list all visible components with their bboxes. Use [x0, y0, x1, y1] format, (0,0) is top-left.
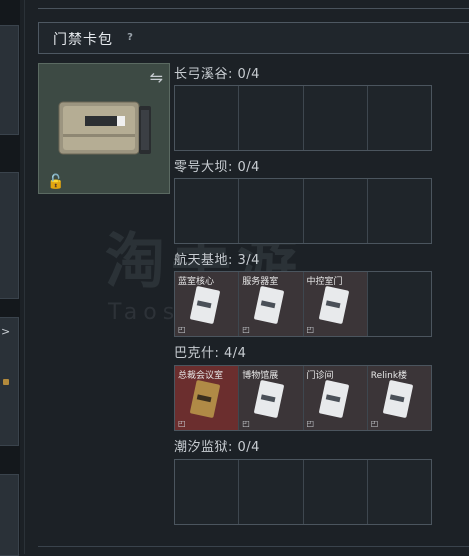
keycard-case-panel[interactable]: ⇋ 🔓: [38, 63, 170, 194]
section-label-chaoxi: 潮汐监狱: 0/4: [174, 440, 260, 455]
sidebar-panel[interactable]: [0, 172, 19, 299]
sidebar-panel[interactable]: [0, 474, 19, 556]
keycard-case-image: [57, 96, 153, 164]
keycard-slot[interactable]: 蓝室核心 ◰: [175, 272, 240, 336]
section-label-hangtian: 航天基地: 3/4: [174, 253, 260, 268]
sidebar-panel[interactable]: [0, 25, 19, 135]
card-type-icon: ◰: [370, 419, 379, 428]
help-icon[interactable]: ?: [123, 31, 137, 45]
keycard-image: [318, 286, 349, 324]
page-title: 门禁卡包: [53, 32, 113, 48]
keycard-slot[interactable]: [367, 86, 431, 150]
keycard-slot[interactable]: 服务器室 ◰: [239, 272, 304, 336]
keycard-slot[interactable]: 博物馆展 ◰: [239, 366, 304, 430]
slot-row-chaoxi: [174, 459, 432, 525]
lock-icon[interactable]: 🔓: [47, 174, 64, 190]
keycard-slot[interactable]: 门诊间 ◰: [303, 366, 368, 430]
keycard-image: [190, 286, 220, 324]
card-type-icon: ◰: [178, 325, 186, 334]
keycard-image: [318, 380, 349, 418]
keycard-slot[interactable]: [239, 460, 304, 524]
card-type-icon: ◰: [306, 325, 315, 334]
keycard-image: [190, 380, 220, 418]
keycard-image: [254, 286, 285, 324]
keycard-slot[interactable]: [303, 179, 368, 243]
slot-row-hangtian: 蓝室核心 ◰ 服务器室 ◰ 中控室门 ◰: [174, 271, 432, 337]
left-sidebar: >: [0, 0, 20, 556]
keycard-slot[interactable]: [303, 86, 368, 150]
keycard-slot[interactable]: [367, 272, 431, 336]
keycard-slot[interactable]: [303, 460, 368, 524]
card-type-icon: ◰: [242, 419, 250, 428]
item-marker: [3, 379, 9, 385]
chevron-right-icon[interactable]: >: [1, 325, 10, 338]
panel-top-edge: [38, 0, 469, 9]
card-type-icon: ◰: [242, 325, 250, 334]
keycard-slot[interactable]: [175, 460, 240, 524]
keycard-slot[interactable]: Relink楼 ◰: [367, 366, 431, 430]
keycard-slot[interactable]: 总裁会议室 ◰: [175, 366, 240, 430]
keycard-image: [254, 380, 285, 418]
keycard-slot[interactable]: [175, 179, 240, 243]
swap-icon[interactable]: ⇋: [150, 68, 163, 87]
slot-row-bakeshi: 总裁会议室 ◰ 博物馆展 ◰ 门诊间 ◰ Relink楼 ◰: [174, 365, 432, 431]
slot-row-linghao: [174, 178, 432, 244]
keycard-slot[interactable]: [367, 460, 431, 524]
slot-row-changgong: [174, 85, 432, 151]
divider: [24, 0, 25, 554]
keycard-image: [382, 380, 413, 418]
section-label-bakeshi: 巴克什: 4/4: [174, 346, 247, 361]
keycard-slot[interactable]: [239, 179, 304, 243]
card-type-icon: ◰: [178, 419, 186, 428]
card-type-icon: ◰: [306, 419, 315, 428]
keycard-slot[interactable]: [239, 86, 304, 150]
keycard-slot[interactable]: [175, 86, 240, 150]
keycard-pack-header: 门禁卡包 ?: [38, 22, 469, 54]
keycard-slot[interactable]: 中控室门 ◰: [303, 272, 368, 336]
keycard-slot[interactable]: [367, 179, 431, 243]
section-label-changgong: 长弓溪谷: 0/4: [174, 67, 260, 82]
section-label-linghao: 零号大坝: 0/4: [174, 160, 260, 175]
